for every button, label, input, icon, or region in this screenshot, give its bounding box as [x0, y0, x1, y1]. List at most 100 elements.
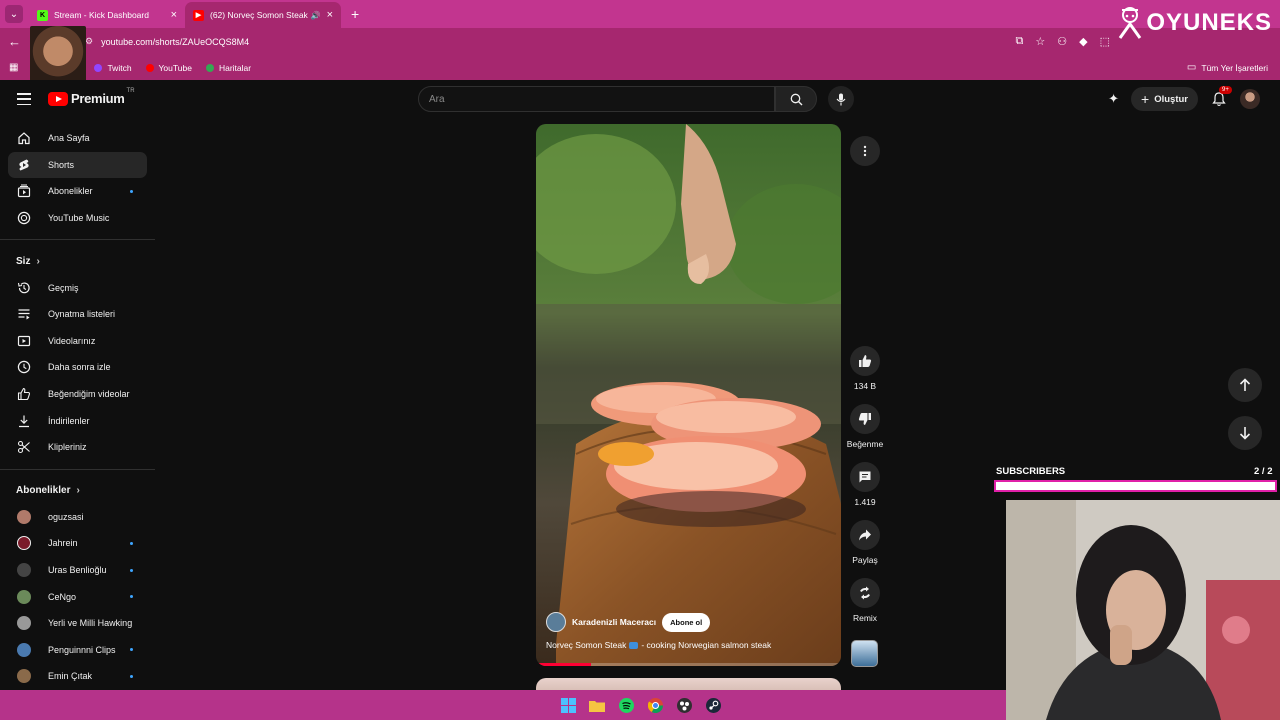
sidebar-item-watch-later[interactable]: Daha sonra izle: [0, 354, 155, 381]
steam-icon[interactable]: [703, 695, 723, 715]
sidebar-sub-uras-benlioglu[interactable]: Uras Benlioğlu: [0, 557, 155, 584]
more-vertical-icon: [863, 145, 867, 157]
sidebar-sub-cengo[interactable]: CeNgo: [0, 583, 155, 610]
search-button[interactable]: [775, 86, 817, 112]
sidebar-item-subscriptions[interactable]: Abonelikler: [0, 178, 155, 205]
dislike-button[interactable]: Beğenme: [845, 404, 885, 449]
sidebar-item-clips[interactable]: Klipleriniz: [0, 434, 155, 461]
sidebar-sub-jahrein[interactable]: Jahrein: [0, 530, 155, 557]
like-button[interactable]: 134 B: [845, 346, 885, 391]
close-tab-icon[interactable]: ×: [171, 9, 177, 21]
tab-kick-dashboard[interactable]: K Stream - Kick Dashboard ×: [29, 2, 185, 28]
bookmark-label: Haritalar: [218, 62, 252, 73]
next-short-button[interactable]: [1228, 416, 1262, 450]
new-content-dot: [130, 674, 133, 678]
sidebar-item-label: Oynatma listeleri: [48, 309, 116, 320]
apps-grid-icon[interactable]: ▦: [9, 62, 18, 73]
obs-icon[interactable]: [674, 695, 694, 715]
sidebar-item-youtube-music[interactable]: YouTube Music: [0, 205, 155, 232]
new-content-dot: [130, 541, 133, 545]
sidebar-sub-yerli-ve-milli-hawking[interactable]: Yerli ve Milli Hawking: [0, 610, 155, 637]
channel-name[interactable]: Karadenizli Maceracı: [572, 617, 656, 627]
subscribe-button[interactable]: Abone ol: [662, 612, 711, 632]
bookmark-youtube[interactable]: YouTube: [145, 63, 192, 73]
bookmark-star-icon[interactable]: ☆: [1035, 35, 1045, 48]
close-tab-icon[interactable]: ×: [327, 9, 333, 21]
youtube-premium-logo[interactable]: Premium TR: [48, 87, 135, 106]
notifications-button[interactable]: 9+: [1210, 86, 1232, 108]
comments-button[interactable]: 1.419: [845, 462, 885, 507]
file-explorer-icon[interactable]: [587, 695, 607, 715]
sidebar-sub-penguinnni-clips[interactable]: Penguinnni Clips: [0, 637, 155, 664]
chevron-right-icon: ›: [76, 485, 80, 497]
video-frame: [536, 124, 841, 666]
gemini-sparkle-icon[interactable]: ✦: [1108, 91, 1119, 107]
all-bookmarks[interactable]: ▭ Tüm Yer İşaretleri: [1187, 62, 1268, 73]
sidebar-item-home[interactable]: Ana Sayfa: [0, 125, 155, 152]
install-icon[interactable]: ⧉: [1016, 35, 1024, 48]
shorts-icon: [16, 157, 32, 173]
channel-avatar[interactable]: [546, 612, 566, 632]
spotify-icon[interactable]: [616, 695, 636, 715]
your-videos-icon: [16, 333, 32, 349]
new-tab-icon[interactable]: +: [351, 6, 359, 22]
sidebar-item-label: Shorts: [48, 159, 75, 170]
voice-search-button[interactable]: [828, 86, 854, 112]
extension-icon[interactable]: ◆: [1079, 35, 1087, 48]
remix-label: Remix: [852, 613, 878, 623]
logo-brand: Premium: [71, 91, 125, 106]
sidebar-item-label: Daha sonra izle: [48, 362, 111, 373]
shorts-video-player[interactable]: Karadenizli Maceracı Abone ol Norveç Som…: [536, 124, 841, 666]
menu-icon[interactable]: [17, 93, 31, 105]
channel-avatar-slot: [16, 509, 32, 525]
dislike-label: Beğenme: [846, 439, 884, 449]
channel-row: Karadenizli Maceracı Abone ol: [546, 612, 711, 632]
short-title[interactable]: Norveç Somon Steak - cooking Norwegian sa…: [546, 640, 771, 650]
bookmark-label: Twitch: [107, 62, 132, 73]
more-options-button[interactable]: [850, 136, 880, 166]
remix-button[interactable]: Remix: [845, 578, 885, 623]
subscriber-goal-label: SUBSCRIBERS: [996, 466, 1066, 477]
sidebar-heading-you[interactable]: Siz ›: [0, 248, 155, 274]
bookmark-twitch[interactable]: Twitch: [94, 62, 132, 73]
url-field[interactable]: ⚙ youtube.com/shorts/ZAUeOCQS8M4: [85, 31, 990, 52]
subscriber-goal-bar: [994, 480, 1277, 492]
extension-icon[interactable]: ⚇: [1057, 35, 1067, 48]
back-arrow-icon[interactable]: ←: [8, 34, 22, 49]
share-button[interactable]: Paylaş: [845, 520, 885, 565]
bookmark-maps[interactable]: Haritalar: [205, 62, 252, 73]
chrome-icon[interactable]: [645, 695, 665, 715]
region-code: TR: [126, 87, 135, 94]
channel-avatar-slot: [16, 535, 32, 551]
comment-icon: [859, 471, 871, 483]
account-avatar[interactable]: [1240, 89, 1260, 109]
windows-icon[interactable]: [558, 695, 578, 715]
sidebar-item-shorts[interactable]: Shorts: [8, 151, 147, 179]
sidebar-item-downloads[interactable]: İndirilenler: [0, 407, 155, 434]
sidebar-heading-subscriptions[interactable]: Abonelikler ›: [0, 478, 155, 504]
sidebar-item-history[interactable]: Geçmiş: [0, 274, 155, 301]
sidebar-sub-emin-citak[interactable]: Emin Çıtak: [0, 663, 155, 690]
progress-bar[interactable]: [536, 663, 841, 666]
sidebar-item-playlists[interactable]: Oynatma listeleri: [0, 301, 155, 328]
create-label: Oluştur: [1154, 93, 1188, 105]
sidebar-item-label: İndirilenler: [48, 415, 90, 426]
extensions-puzzle-icon[interactable]: ⬚: [1100, 35, 1110, 48]
new-content-dot: [130, 595, 133, 599]
tab-search-icon[interactable]: ⌄: [5, 5, 23, 23]
avatar: [17, 589, 31, 604]
sidebar-sub-oguzsasi[interactable]: oguzsasi: [0, 504, 155, 531]
create-button[interactable]: + Oluştur: [1131, 87, 1198, 111]
audio-icon[interactable]: 🔊: [311, 11, 321, 20]
search-input[interactable]: Ara: [418, 86, 775, 112]
sidebar-item-label: Abonelikler: [48, 186, 93, 197]
previous-short-button[interactable]: [1228, 368, 1262, 402]
comments-circle: [850, 462, 880, 492]
sidebar-item-your-videos[interactable]: Videolarınız: [0, 328, 155, 355]
tab-youtube-short[interactable]: ▶ (62) Norveç Somon Steak 🔊 ×: [185, 2, 341, 28]
sidebar-item-liked-videos[interactable]: Beğendiğim videolar: [0, 381, 155, 408]
short-info: Karadenizli Maceracı Abone ol Norveç Som…: [536, 598, 841, 666]
audio-source-thumbnail[interactable]: [851, 640, 878, 667]
site-info-icon[interactable]: ⚙: [85, 36, 93, 47]
thumbs-up-icon: [859, 355, 872, 367]
